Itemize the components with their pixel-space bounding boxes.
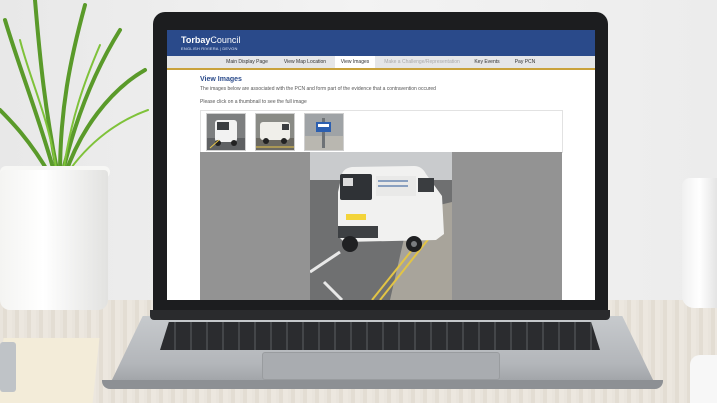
plant-leaves: [0, 0, 149, 177]
tab-main-display-page[interactable]: Main Display Page: [219, 56, 275, 68]
phone: [0, 342, 16, 392]
logo-subtitle: ENGLISH RIVIERA | DEVON: [181, 46, 238, 51]
site-header: TorbayCouncil ENGLISH RIVIERA | DEVON: [167, 30, 595, 56]
thumbnail-strip: [200, 110, 563, 153]
tab-key-events[interactable]: Key Events: [469, 56, 505, 68]
laptop-front-edge: [102, 380, 663, 389]
street-sign-thumbnail[interactable]: [304, 113, 344, 151]
white-mug: [682, 178, 717, 308]
tab-view-map-location[interactable]: View Map Location: [277, 56, 333, 68]
tab-make-a-challenge: Make a Challenge/Representation: [384, 59, 460, 65]
tab-view-images[interactable]: View Images: [335, 56, 375, 68]
van-rear-thumbnail[interactable]: [206, 113, 246, 151]
laptop-trackpad: [262, 352, 500, 380]
laptop-hinge: [150, 310, 610, 320]
logo-bold: Torbay: [181, 35, 211, 45]
plant-pot: [0, 170, 108, 310]
evidence-description: The images below are associated with the…: [200, 86, 436, 92]
council-logo[interactable]: TorbayCouncil: [181, 36, 240, 45]
tab-pay-pcn[interactable]: Pay PCN: [507, 56, 543, 68]
laptop-keyboard: [160, 322, 600, 350]
van-rear-full-image[interactable]: [310, 152, 452, 300]
page-title: View Images: [200, 76, 242, 83]
tab-bar: Main Display Page View Map Location View…: [167, 56, 595, 70]
browser-viewport: TorbayCouncil ENGLISH RIVIERA | DEVON Ma…: [167, 30, 595, 300]
thumbnail-instruction: Please click on a thumbnail to see the f…: [200, 99, 307, 105]
image-viewer: [200, 152, 562, 300]
van-side-thumbnail[interactable]: [255, 113, 295, 151]
logo-rest: Council: [210, 35, 241, 45]
white-cup: [690, 355, 717, 403]
